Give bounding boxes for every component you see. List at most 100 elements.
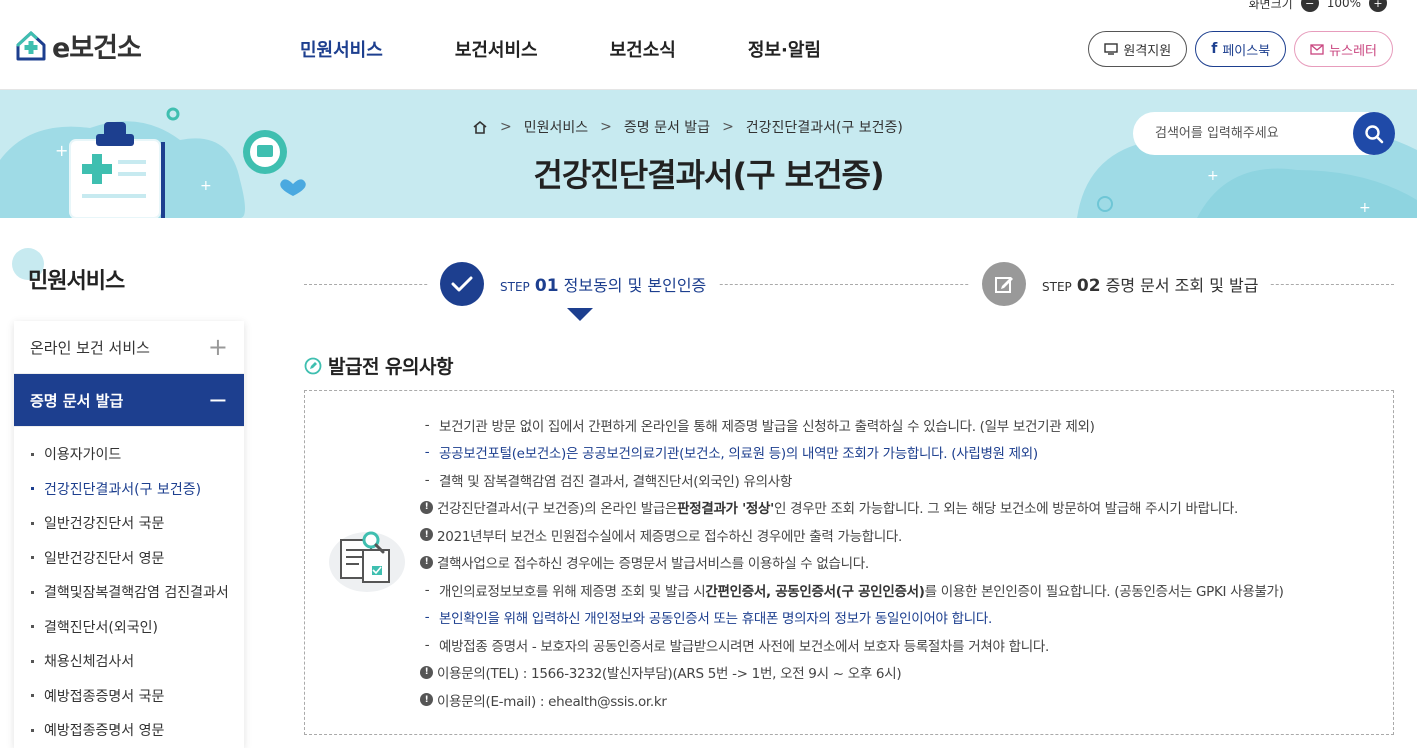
submenu-vaccination-en[interactable]: 예방접종증명서 영문 — [14, 713, 244, 748]
step-title: 증명 문서 조회 및 발급 — [1105, 276, 1259, 295]
breadcrumb-item-1[interactable]: 민원서비스 — [524, 117, 588, 137]
bullet-icon — [31, 590, 34, 594]
submenu-general-en[interactable]: 일반건강진단서 영문 — [14, 541, 244, 576]
notice-text: 이용문의(E-mail) : ehealth@ssis.or.kr — [437, 693, 667, 710]
notice-heading: 발급전 유의사항 — [304, 352, 453, 379]
submenu-employment-exam[interactable]: 채용신체검사서 — [14, 644, 244, 679]
remote-support-label: 원격지원 — [1123, 43, 1172, 59]
site-logo[interactable]: e보건소 — [14, 26, 142, 65]
submenu-label: 일반건강진단서 영문 — [44, 550, 165, 567]
current-step-arrow-icon — [567, 308, 593, 321]
notice-text: 결핵사업으로 접수하신 경우에는 증명문서 발급서비스를 이용하실 수 없습니다… — [437, 556, 869, 573]
notice-item: - 예방접종 증명서 - 보호자의 공동인증서로 발급받으시려면 사전에 보건소에… — [419, 631, 1284, 659]
facebook-label: 페이스북 — [1222, 43, 1271, 59]
svg-text:+: + — [145, 199, 155, 213]
monitor-icon — [1104, 43, 1119, 55]
notice-text: 인 경우만 조회 가능합니다. 그 외는 해당 보건소에 방문하여 발급해 주시… — [773, 501, 1238, 518]
notice-emphasis: 간편인증서, 공동인증서(구 공인인증서) — [705, 583, 925, 600]
exclamation-icon: ! — [420, 528, 433, 542]
notice-item: ! 이용문의(TEL) : 1566-3232(발신자부담)(ARS 5번 -> … — [419, 659, 1284, 687]
submenu-user-guide[interactable]: 이용자가이드 — [14, 437, 244, 472]
notice-text: 보건기관 방문 없이 집에서 간편하게 온라인을 통해 제증명 발급을 신청하고… — [439, 418, 1095, 435]
dash-marker: - — [424, 609, 430, 626]
submenu-tb-diagnosis[interactable]: 결핵진단서(외국인) — [14, 610, 244, 645]
notice-box: - 보건기관 방문 없이 집에서 간편하게 온라인을 통해 제증명 발급을 신청하… — [304, 390, 1394, 735]
bullet-icon — [31, 452, 34, 456]
sidebar-item-label: 온라인 보건 서비스 — [30, 338, 150, 357]
breadcrumb-separator: > — [500, 119, 512, 135]
home-icon[interactable] — [472, 120, 488, 135]
submenu-label: 결핵진단서(외국인) — [44, 619, 158, 636]
step-title: 정보동의 및 본인인증 — [563, 276, 707, 295]
dash-marker: - — [424, 636, 430, 653]
nav-info-notice[interactable]: 정보·알림 — [748, 36, 821, 62]
nav-civil-service[interactable]: 민원서비스 — [300, 36, 383, 62]
minus-icon: − — [207, 386, 228, 414]
facebook-button[interactable]: f 페이스북 — [1195, 31, 1287, 67]
search-icon — [1365, 124, 1384, 143]
bullet-icon — [31, 556, 34, 560]
notice-text: 본인확인을 위해 입력하신 개인정보와 공동인증서 또는 휴대폰 명의자의 정보… — [439, 611, 992, 628]
mail-icon — [1310, 44, 1324, 55]
notice-text: 건강진단결과서(구 보건증)의 온라인 발급은 — [437, 501, 678, 518]
sidebar-item-certificate[interactable]: 증명 문서 발급 − — [14, 374, 244, 427]
nav-health-service[interactable]: 보건서비스 — [455, 36, 538, 62]
submenu-health-result[interactable]: 건강진단결과서(구 보건증) — [14, 472, 244, 507]
step-indicator: STEP 01 정보동의 및 본인인증 STEP 02 증명 문서 조회 및 발… — [304, 262, 1394, 322]
submenu-label: 이용자가이드 — [44, 447, 122, 464]
sidebar-menu: 온라인 보건 서비스 + 증명 문서 발급 − 이용자가이드 건강진단결과서(구… — [14, 321, 244, 748]
step-prefix: STEP — [1042, 280, 1072, 294]
notice-item: - 본인확인을 위해 입력하신 개인정보와 공동인증서 또는 휴대폰 명의자의 정… — [419, 604, 1284, 632]
sidebar-title: 민원서비스 — [28, 269, 125, 294]
main-nav: 민원서비스 보건서비스 보건소식 정보·알림 — [300, 36, 821, 62]
bullet-icon — [31, 625, 34, 629]
breadcrumb-item-2[interactable]: 증명 문서 발급 — [624, 117, 710, 137]
notice-text: 결핵 및 잠복결핵감염 검진 결과서, 결핵진단서(외국인) 유의사항 — [439, 473, 792, 490]
notice-list: - 보건기관 방문 없이 집에서 간편하게 온라인을 통해 제증명 발급을 신청하… — [419, 411, 1284, 714]
newsletter-button[interactable]: 뉴스레터 — [1294, 31, 1393, 67]
dash-marker: - — [424, 471, 430, 488]
notice-item: - 개인의료정보보호를 위해 제증명 조회 및 발급 시 간편인증서, 공동인증서… — [419, 576, 1284, 604]
step-01-label: STEP 01 정보동의 및 본인인증 — [500, 272, 706, 296]
search-button[interactable] — [1353, 112, 1395, 155]
sidebar-item-online-health[interactable]: 온라인 보건 서비스 + — [14, 321, 244, 374]
bullet-icon — [31, 694, 34, 698]
submenu-vaccination-kr[interactable]: 예방접종증명서 국문 — [14, 679, 244, 714]
document-search-icon — [329, 531, 405, 592]
submenu-label: 채용신체검사서 — [44, 654, 135, 671]
plus-icon: + — [207, 333, 228, 361]
submenu-general-kr[interactable]: 일반건강진단서 국문 — [14, 506, 244, 541]
search-box — [1133, 112, 1395, 155]
remote-support-button[interactable]: 원격지원 — [1088, 31, 1188, 67]
edit-icon — [982, 262, 1026, 306]
nav-health-news[interactable]: 보건소식 — [610, 36, 676, 62]
search-input[interactable] — [1155, 126, 1345, 141]
logo-house-icon — [16, 30, 46, 60]
step-02-label: STEP 02 증명 문서 조회 및 발급 — [1042, 272, 1258, 296]
dash-marker: - — [424, 581, 430, 598]
bullet-icon — [31, 487, 34, 491]
check-icon — [440, 262, 484, 306]
bullet-icon — [31, 728, 34, 732]
facebook-icon: f — [1211, 41, 1218, 57]
breadcrumb-separator: > — [722, 119, 734, 135]
submenu-label: 결핵및잠복결핵감염 검진결과서 — [44, 585, 229, 602]
notice-emphasis: 판정결과가 '정상' — [677, 501, 774, 518]
bullet-icon — [31, 659, 34, 663]
notice-item: - 공공보건포털(e보건소)은 공공보건의료기관(보건소, 의료원 등)의 내역만… — [419, 439, 1284, 467]
breadcrumb-item-3[interactable]: 건강진단결과서(구 보건증) — [746, 117, 903, 137]
pencil-circle-icon — [304, 357, 322, 374]
exclamation-icon: ! — [420, 555, 433, 569]
submenu-label: 예방접종증명서 영문 — [44, 723, 165, 740]
page-banner: + + + + + > 민원서비스 > 증명 문서 발급 > 건강진단결과서(구… — [0, 90, 1417, 218]
notice-item: ! 결핵사업으로 접수하신 경우에는 증명문서 발급서비스를 이용하실 수 없습니… — [419, 549, 1284, 577]
submenu-label: 예방접종증명서 국문 — [44, 688, 165, 705]
page-title: 건강진단결과서(구 보건증) — [533, 156, 884, 194]
dash-marker: - — [424, 416, 430, 433]
submenu-tb-result[interactable]: 결핵및잠복결핵감염 검진결과서 — [14, 575, 244, 610]
notice-text: 공공보건포털(e보건소)은 공공보건의료기관(보건소, 의료원 등)의 내역만 … — [439, 446, 1038, 463]
submenu-label: 건강진단결과서(구 보건증) — [44, 481, 202, 498]
step-number: 01 — [534, 276, 559, 296]
step-01: STEP 01 정보동의 및 본인인증 — [428, 262, 719, 306]
notice-text: 개인의료정보보호를 위해 제증명 조회 및 발급 시 — [439, 583, 706, 600]
